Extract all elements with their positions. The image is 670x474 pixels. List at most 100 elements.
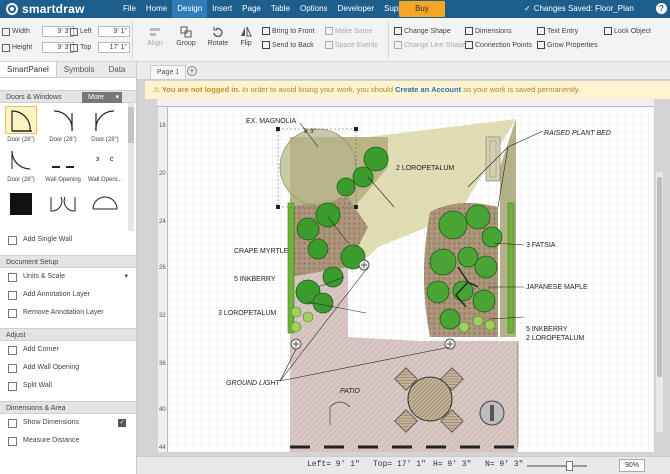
width-field: Width 9' 3" (2, 26, 74, 37)
canvas-vertical-scrollbar[interactable] (656, 172, 663, 432)
tab-data[interactable]: Data (101, 62, 132, 77)
add-wall-opening[interactable]: Add Wall Opening (0, 359, 136, 377)
group-button[interactable]: Group (174, 26, 198, 47)
tab-symbols[interactable]: Symbols (57, 62, 102, 77)
menu-insert[interactable]: Insert (207, 0, 237, 18)
menu-design[interactable]: Design (172, 0, 208, 18)
door-shape[interactable]: Door (28") (2, 147, 40, 183)
save-status: ✓ Changes Saved: Floor_Plan (524, 0, 634, 18)
more-dropdown[interactable]: More (82, 92, 122, 103)
measure-distance[interactable]: Measure Distance (0, 432, 136, 450)
status-bar: Left= 9' 1" Top= 17' 1" H= 9' 3" N= 9' 3… (137, 456, 670, 474)
double-door-shape[interactable] (86, 191, 124, 221)
warning-bold: You are not logged in. (161, 85, 241, 94)
add-annotation-label: Add Annotation Layer (23, 291, 90, 298)
units-scale-label: Units & Scale (23, 273, 66, 280)
drawing-canvas[interactable]: EX. MAGNOLIA 9' 3" RAISED PLANT BED 2 LO… (168, 107, 654, 452)
solid-block-shape[interactable] (2, 191, 40, 221)
menu-options[interactable]: Options (295, 0, 333, 18)
menu-file[interactable]: File (118, 0, 141, 18)
grow-properties-button[interactable]: Grow Properties (537, 41, 598, 49)
flip-button[interactable]: Flip (236, 26, 256, 47)
label-fatsia: 3 FATSIA (526, 242, 556, 249)
panel-tabs: SmartPanel Symbols Data × (0, 62, 136, 78)
selection-handle[interactable] (276, 127, 280, 131)
make-same-button[interactable]: Make Same (325, 27, 372, 35)
lock-object-button[interactable]: Lock Object (604, 27, 651, 35)
connection-points-button[interactable]: Connection Points (465, 41, 532, 49)
menu-page[interactable]: Page (237, 0, 266, 18)
text-entry-button[interactable]: Text Entry (537, 27, 578, 35)
text-entry-icon (537, 27, 545, 35)
doors-windows-header: Doors & Windows More (0, 90, 136, 103)
add-single-wall[interactable]: Add Single Wall (0, 231, 136, 249)
dimensions-button[interactable]: Dimensions (465, 27, 512, 35)
split-wall[interactable]: Split Wall (0, 377, 136, 395)
dimensions-icon (465, 27, 473, 35)
label-patio: PATIO (340, 388, 361, 395)
double-door-shape[interactable] (44, 191, 82, 221)
door-shape[interactable]: Door (28") (44, 107, 82, 143)
rotate-button[interactable]: Rotate (206, 26, 230, 47)
group-label: Group (176, 40, 196, 47)
zoom-slider[interactable] (527, 465, 587, 467)
show-dimensions[interactable]: Show Dimensions ✓ (0, 414, 136, 432)
ruler-label: 24 (159, 219, 166, 225)
door-shape[interactable]: Door (28") (86, 107, 124, 143)
grow-properties-label: Grow Properties (547, 41, 598, 49)
document-setup-header: Document Setup (0, 255, 136, 268)
label-magnolia-dimension: 9' 3" (304, 129, 316, 135)
top-icon (70, 43, 78, 52)
align-button[interactable]: Align (144, 26, 166, 47)
page-tab[interactable]: Page 1 (150, 65, 187, 79)
logo-icon (6, 3, 18, 15)
selection-handle[interactable] (276, 205, 280, 209)
add-page-icon[interactable]: + (187, 66, 197, 76)
create-account-link[interactable]: Create an Account (395, 85, 461, 94)
menu-home[interactable]: Home (141, 0, 172, 18)
left-input[interactable]: 9' 1" (98, 26, 130, 37)
add-corner[interactable]: Add Corner (0, 341, 136, 359)
send-back-label: Send to Back (272, 41, 314, 49)
help-icon[interactable]: ? (656, 3, 667, 14)
add-annotation-layer[interactable]: Add Annotation Layer (0, 286, 136, 304)
dimensions-icon (8, 418, 17, 428)
left-label: Left (80, 28, 92, 35)
door-shape[interactable]: Door (28") (2, 106, 40, 143)
show-dimensions-label: Show Dimensions (23, 419, 80, 426)
change-shape-button[interactable]: Change Shape (394, 27, 451, 35)
menu-table[interactable]: Table (266, 0, 295, 18)
units-scale[interactable]: Units & Scale ▾ (0, 268, 136, 286)
wall-opening-shape[interactable]: Wall Opening (44, 147, 82, 183)
lock-object-label: Lock Object (614, 27, 651, 35)
show-dimensions-checkbox[interactable]: ✓ (118, 419, 126, 427)
rotate-icon (213, 27, 223, 38)
label-crape-myrtle: CRAPE MYRTLE (234, 248, 289, 255)
zoom-value[interactable]: 90% (619, 459, 645, 472)
wall-opening-shape[interactable]: зc Wall Openi... (86, 147, 124, 183)
bring-front-icon (262, 27, 270, 35)
selection-handle[interactable] (354, 127, 358, 131)
height-field: Height 9' 3" (2, 42, 74, 53)
connection-points-icon (465, 41, 473, 49)
selection-handle[interactable] (354, 205, 358, 209)
send-to-back-button[interactable]: Send to Back (262, 41, 314, 49)
bring-to-front-button[interactable]: Bring to Front (262, 27, 314, 35)
top-input[interactable]: 17' 1" (98, 42, 130, 53)
buy-button[interactable]: Buy (399, 1, 445, 17)
tab-smartpanel[interactable]: SmartPanel (0, 62, 57, 77)
change-line-shape-button[interactable]: Change Line Shape (394, 41, 466, 49)
zoom-slider-handle[interactable] (566, 461, 573, 471)
label-loropetalum-3: 3 LOROPETALUM (218, 310, 276, 317)
remove-annotation-layer[interactable]: Remove Annotation Layer (0, 304, 136, 322)
smartdraw-logo: smartdraw (0, 2, 118, 16)
svg-text:з: з (96, 156, 99, 163)
ground-light[interactable] (290, 338, 302, 350)
space-evenly-button[interactable]: Space Evenly (325, 41, 378, 49)
menu-developer[interactable]: Developer (333, 0, 379, 18)
dimensions-area-header: Dimensions & Area (0, 401, 136, 414)
top-field: Top 17' 1" (70, 42, 130, 53)
panel-scrollbar[interactable] (128, 103, 134, 231)
ground-light[interactable] (358, 259, 370, 271)
connection-points-label: Connection Points (475, 41, 532, 49)
